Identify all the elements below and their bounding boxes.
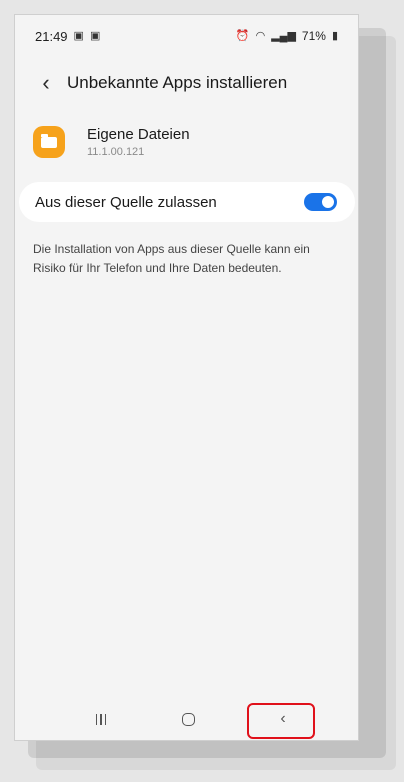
battery-level: 71% <box>301 29 326 43</box>
image-icon: ▣ <box>89 30 101 42</box>
battery-icon: ▮ <box>331 29 338 42</box>
app-row: Eigene Dateien 11.1.00.121 <box>33 119 333 165</box>
home-button[interactable] <box>170 698 206 740</box>
chevron-left-icon[interactable]: ‹ <box>29 66 63 100</box>
allow-source-setting[interactable]: Aus dieser Quelle zulassen <box>19 182 355 222</box>
recent-apps-icon <box>95 713 107 725</box>
back-button-highlight <box>247 703 315 739</box>
phone-screen: 21:49 ▣ ▣ ⏰ ◠ ▂▄▆ 71% ▮ ‹ Unbekannte App… <box>14 14 359 741</box>
allow-source-toggle[interactable] <box>304 193 337 211</box>
app-info: Eigene Dateien 11.1.00.121 <box>87 126 190 158</box>
folder-shape <box>41 133 57 148</box>
recent-apps-button[interactable] <box>83 698 119 740</box>
app-version: 11.1.00.121 <box>87 146 145 158</box>
alarm-icon: ⏰ <box>235 29 250 42</box>
wifi-icon: ◠ <box>255 29 266 42</box>
home-icon <box>181 712 195 726</box>
status-left: 21:49 ▣ ▣ <box>35 29 100 44</box>
signal-icon: ▂▄▆ <box>271 29 296 42</box>
page-title: Unbekannte Apps installieren <box>67 73 288 92</box>
status-right: ⏰ ◠ ▂▄▆ 71% ▮ <box>236 29 338 43</box>
risk-description: Die Installation von Apps aus dieser Que… <box>33 242 310 275</box>
header: ‹ Unbekannte Apps installieren <box>15 63 358 103</box>
gallery-icon: ▣ <box>73 30 84 42</box>
toggle-knob <box>320 194 336 210</box>
status-bar: 21:49 ▣ ▣ ⏰ ◠ ▂▄▆ 71% ▮ <box>15 15 358 55</box>
status-time: 21:49 <box>35 29 68 44</box>
app-name: Eigene Dateien <box>87 126 190 143</box>
folder-icon <box>33 126 65 158</box>
allow-source-label: Aus dieser Quelle zulassen <box>35 193 217 211</box>
